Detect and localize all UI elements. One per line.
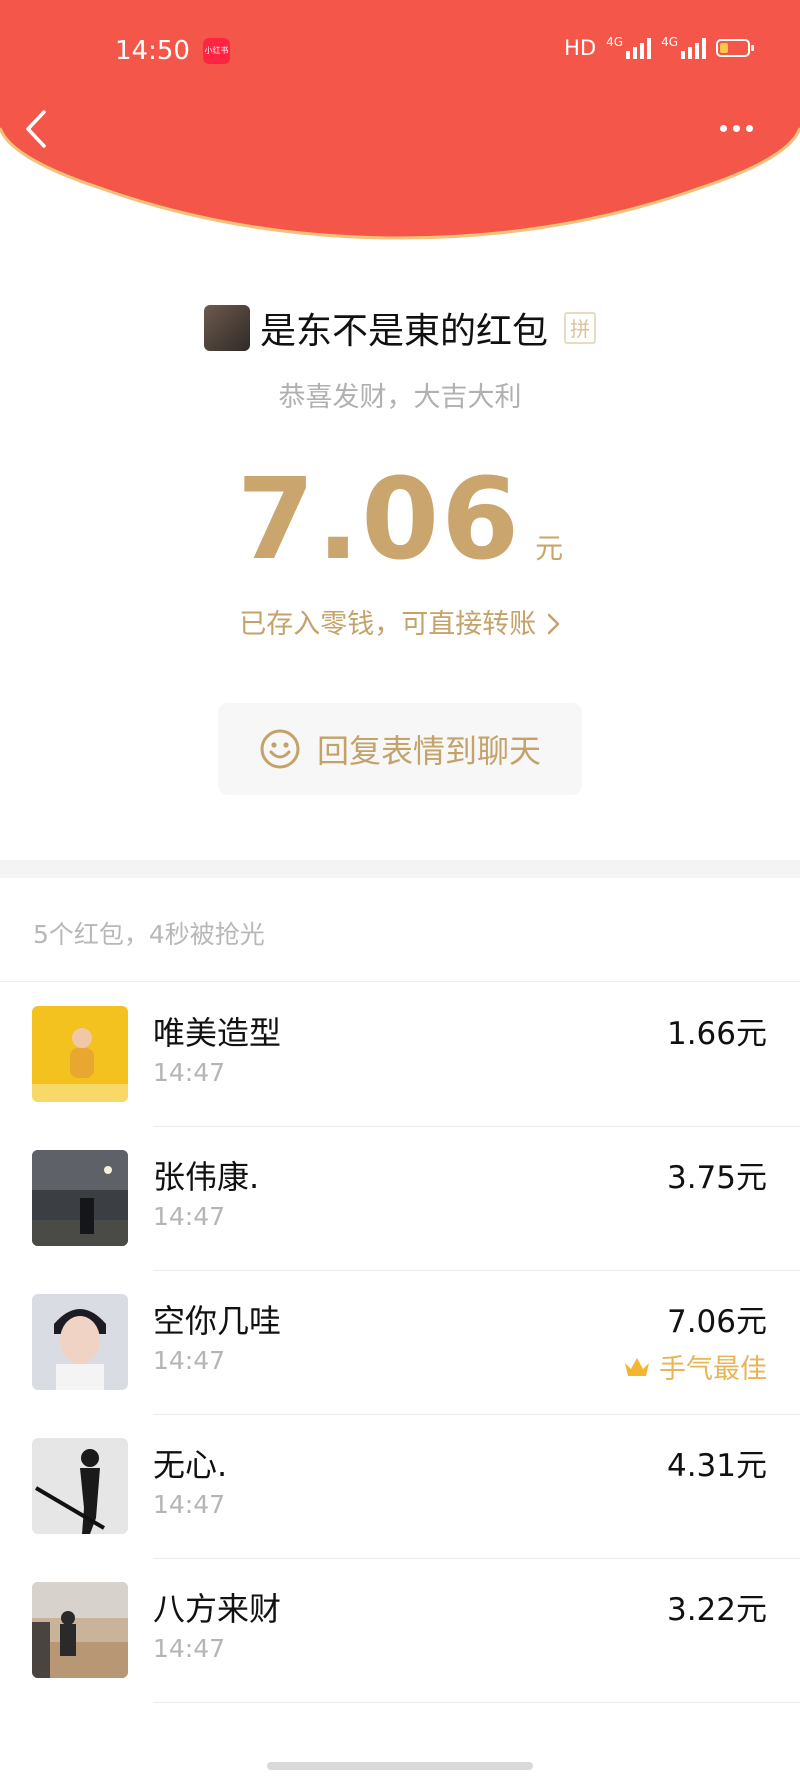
network-type-label: 4G (661, 35, 678, 49)
avatar[interactable] (32, 1438, 128, 1534)
divider (153, 1702, 800, 1703)
more-options-button[interactable] (720, 116, 766, 140)
best-luck-label: 手气最佳 (659, 1354, 767, 1385)
chevron-left-icon (26, 110, 46, 148)
pin-group-tag: 拼 (564, 312, 596, 344)
claimer-name: 张伟康. (153, 1158, 260, 1196)
avatar[interactable] (32, 1006, 128, 1102)
received-amount: 7.06 元 (0, 455, 800, 585)
claim-time: 14:47 (153, 1202, 226, 1231)
best-luck-badge: 手气最佳 (623, 1347, 767, 1386)
avatar[interactable] (32, 1582, 128, 1678)
list-item[interactable]: 空你几哇 14:47 7.06元 手气最佳 (0, 1271, 800, 1415)
status-icons: HD 4G 4G (564, 35, 754, 60)
claimer-name: 无心. (153, 1446, 228, 1484)
claim-time: 14:47 (153, 1490, 226, 1519)
list-item[interactable]: 张伟康. 14:47 3.75元 (0, 1127, 800, 1271)
blessing-text: 恭喜发财，大吉大利 (278, 382, 522, 413)
sender-avatar (203, 305, 250, 351)
claim-time: 14:47 (153, 1058, 226, 1087)
list-item[interactable]: 无心. 14:47 4.31元 (0, 1415, 800, 1559)
claim-summary: 5个红包，4秒被抢光 (33, 920, 265, 949)
back-button[interactable] (22, 108, 52, 150)
avatar[interactable] (32, 1150, 128, 1246)
red-packet-header: 14:50 小红书 HD 4G 4G (0, 0, 800, 240)
claimer-name: 八方来财 (153, 1590, 282, 1628)
home-indicator[interactable] (267, 1762, 533, 1770)
avatar[interactable] (32, 1294, 128, 1390)
packet-title: 是东不是東的红包 (259, 311, 548, 352)
status-time: 14:50 (115, 36, 190, 66)
reply-sticker-label: 回复表情到聊天 (316, 732, 541, 770)
claim-amount: 3.22元 (666, 1592, 767, 1628)
list-item[interactable]: 八方来财 14:47 3.22元 (0, 1559, 800, 1703)
claim-amount: 1.66元 (666, 1016, 767, 1052)
more-dots-icon (720, 124, 727, 132)
claim-time: 14:47 (153, 1346, 226, 1375)
list-item[interactable]: 唯美造型 14:47 1.66元 (0, 983, 800, 1127)
claim-amount: 3.75元 (666, 1160, 767, 1196)
network-type-label: 4G (606, 35, 624, 49)
section-divider (0, 860, 800, 878)
signal-icon: 4G (661, 35, 706, 59)
reply-sticker-button[interactable]: 回复表情到聊天 (218, 703, 582, 795)
wallet-transfer-label: 已存入零钱，可直接转账 (239, 609, 537, 640)
claim-time: 14:47 (153, 1634, 226, 1663)
claim-amount: 7.06元 (666, 1304, 767, 1340)
crown-icon (625, 1357, 649, 1376)
xiaohongshu-notification-icon: 小红书 (203, 38, 230, 64)
battery-icon (716, 39, 754, 57)
signal-icon: 4G (606, 35, 652, 59)
claim-list: 唯美造型 14:47 1.66元 张伟康. 14:47 3.75元 空你几哇 1… (0, 983, 800, 1703)
amount-value: 7.06 (236, 455, 522, 585)
divider (0, 981, 800, 982)
smiley-icon (260, 729, 300, 769)
amount-unit: 元 (535, 532, 564, 565)
claimer-name: 空你几哇 (153, 1302, 282, 1340)
wallet-transfer-link[interactable]: 已存入零钱，可直接转账 (0, 602, 800, 641)
chevron-right-icon (547, 613, 560, 635)
claim-amount: 4.31元 (666, 1448, 767, 1484)
hd-indicator: HD (564, 36, 597, 60)
claimer-name: 唯美造型 (153, 1014, 282, 1052)
sender-info: 是东不是東的红包 拼 (0, 302, 800, 354)
